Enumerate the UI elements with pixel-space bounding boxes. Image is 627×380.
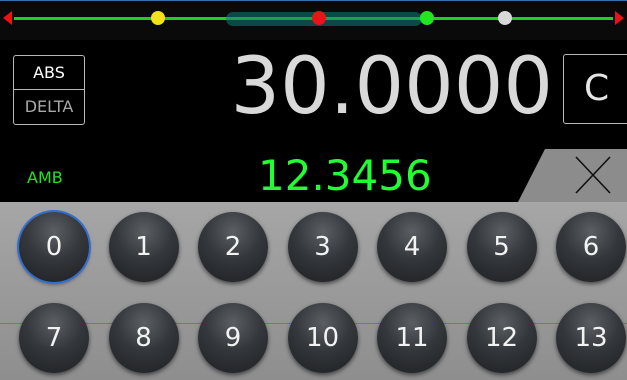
ambient-reading: 12.3456 — [258, 151, 432, 200]
ambient-label: AMB — [27, 168, 63, 187]
key-10-button[interactable]: 10 — [287, 303, 358, 373]
range-slider[interactable] — [0, 0, 627, 40]
key-3-button[interactable]: 3 — [287, 212, 358, 282]
arrow-left-icon[interactable] — [3, 11, 12, 25]
top-border — [0, 0, 627, 1]
key-1-button[interactable]: 1 — [108, 212, 179, 282]
abs-mode-button[interactable]: ABS — [14, 56, 84, 89]
clear-button-shape[interactable] — [518, 149, 627, 202]
main-readout-panel: ABS DELTA 30.0000 C AMB 12.3456 — [0, 40, 627, 202]
key-0-button[interactable]: 0 — [19, 212, 89, 282]
key-5-button[interactable]: 5 — [466, 212, 537, 282]
key-2-button[interactable]: 2 — [198, 212, 268, 282]
primary-reading: 30.0000 — [230, 42, 553, 132]
key-7-button[interactable]: 7 — [19, 303, 89, 373]
delta-mode-button[interactable]: DELTA — [14, 90, 84, 124]
key-9-button[interactable]: 9 — [198, 303, 268, 373]
slider-marker-yellow[interactable] — [150, 11, 165, 25]
clear-button[interactable] — [518, 149, 627, 202]
mode-toggle[interactable]: ABS DELTA — [13, 55, 85, 125]
instrument-display: ABS DELTA 30.0000 C AMB 12.3456 01234567… — [0, 0, 627, 380]
numeric-keypad: 0 1 2 3 4 5 6 7 8 9 10 11 12 13 — [0, 202, 627, 380]
unit-button[interactable]: C — [563, 54, 627, 124]
slider-marker-green[interactable] — [420, 11, 435, 25]
key-13-button[interactable]: 13 — [556, 303, 626, 373]
key-11-button[interactable]: 11 — [377, 303, 447, 373]
key-12-button[interactable]: 12 — [466, 303, 537, 373]
key-6-button[interactable]: 6 — [556, 212, 626, 282]
key-4-button[interactable]: 4 — [377, 212, 447, 282]
arrow-right-icon[interactable] — [615, 11, 624, 25]
key-8-button[interactable]: 8 — [108, 303, 179, 373]
slider-marker-white[interactable] — [498, 11, 513, 25]
